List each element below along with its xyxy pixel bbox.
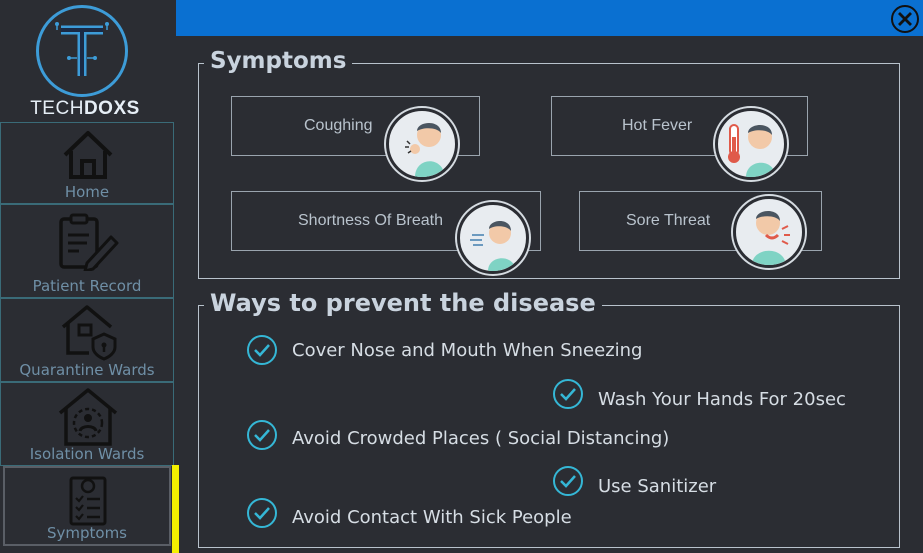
close-button[interactable] [891, 5, 919, 33]
sore-throat-icon [733, 196, 805, 268]
sidebar-item-label: Quarantine Wards [19, 361, 155, 379]
prevention-text: Cover Nose and Mouth When Sneezing [292, 339, 643, 361]
techdoxs-logo [36, 5, 128, 97]
house-shield-icon [61, 305, 117, 361]
symptom-label: Sore Threat [626, 212, 711, 229]
sidebar-item-label: Patient Record [32, 277, 142, 295]
house-person-icon [58, 388, 118, 446]
prevention-text: Use Sanitizer [598, 476, 717, 497]
home-icon [63, 131, 113, 179]
symptoms-title: Symptoms [204, 48, 353, 74]
symptom-label: Coughing [304, 117, 373, 134]
sidebar-item-label: Home [64, 183, 110, 201]
prevention-text: Avoid Contact With Sick People [292, 506, 572, 528]
prevention-item: Avoid Crowded Places ( Social Distancing… [247, 420, 669, 450]
clipboard-icon [59, 213, 119, 271]
prevention-item: Cover Nose and Mouth When Sneezing [247, 335, 642, 365]
sidebar-item-symptoms[interactable]: Symptoms [3, 466, 171, 546]
check-circle-icon [247, 498, 277, 528]
sidebar-item-label: Isolation Wards [29, 445, 145, 463]
sidebar-item-patient-record[interactable]: Patient Record [0, 204, 174, 298]
check-circle-icon [247, 420, 277, 450]
symptom-label: Hot Fever [622, 117, 693, 134]
prevention-item: Use Sanitizer [553, 464, 716, 497]
top-bar [176, 0, 923, 36]
breath-person-icon [457, 202, 529, 274]
check-circle-icon [553, 465, 583, 496]
brand-name-part1: TECH [30, 98, 84, 119]
symptom-label: Shortness Of Breath [298, 212, 443, 229]
check-circle-icon [553, 378, 583, 409]
prevention-item: Wash Your Hands For 20sec [553, 377, 846, 410]
coughing-person-icon [386, 108, 458, 180]
sidebar-item-home[interactable]: Home [0, 122, 174, 204]
check-circle-icon [247, 335, 277, 365]
sidebar-item-quarantine-wards[interactable]: Quarantine Wards [0, 298, 174, 382]
active-indicator [172, 465, 179, 553]
prevention-item: Avoid Contact With Sick People [247, 498, 572, 528]
close-icon [898, 12, 912, 26]
brand-name: TECHDOXS [0, 98, 170, 120]
brand-name-part2: DOXS [83, 98, 140, 119]
checklist-icon [69, 476, 107, 526]
sidebar: TECHDOXS Home Patient Record Quarantine … [0, 0, 179, 553]
fever-thermometer-icon [715, 108, 787, 180]
prevention-title: Ways to prevent the disease [204, 289, 602, 317]
sidebar-item-label: Symptoms [46, 524, 128, 542]
prevention-text: Avoid Crowded Places ( Social Distancing… [292, 427, 670, 449]
sidebar-item-isolation-wards[interactable]: Isolation Wards [0, 382, 174, 466]
prevention-text: Wash Your Hands For 20sec [598, 389, 846, 410]
